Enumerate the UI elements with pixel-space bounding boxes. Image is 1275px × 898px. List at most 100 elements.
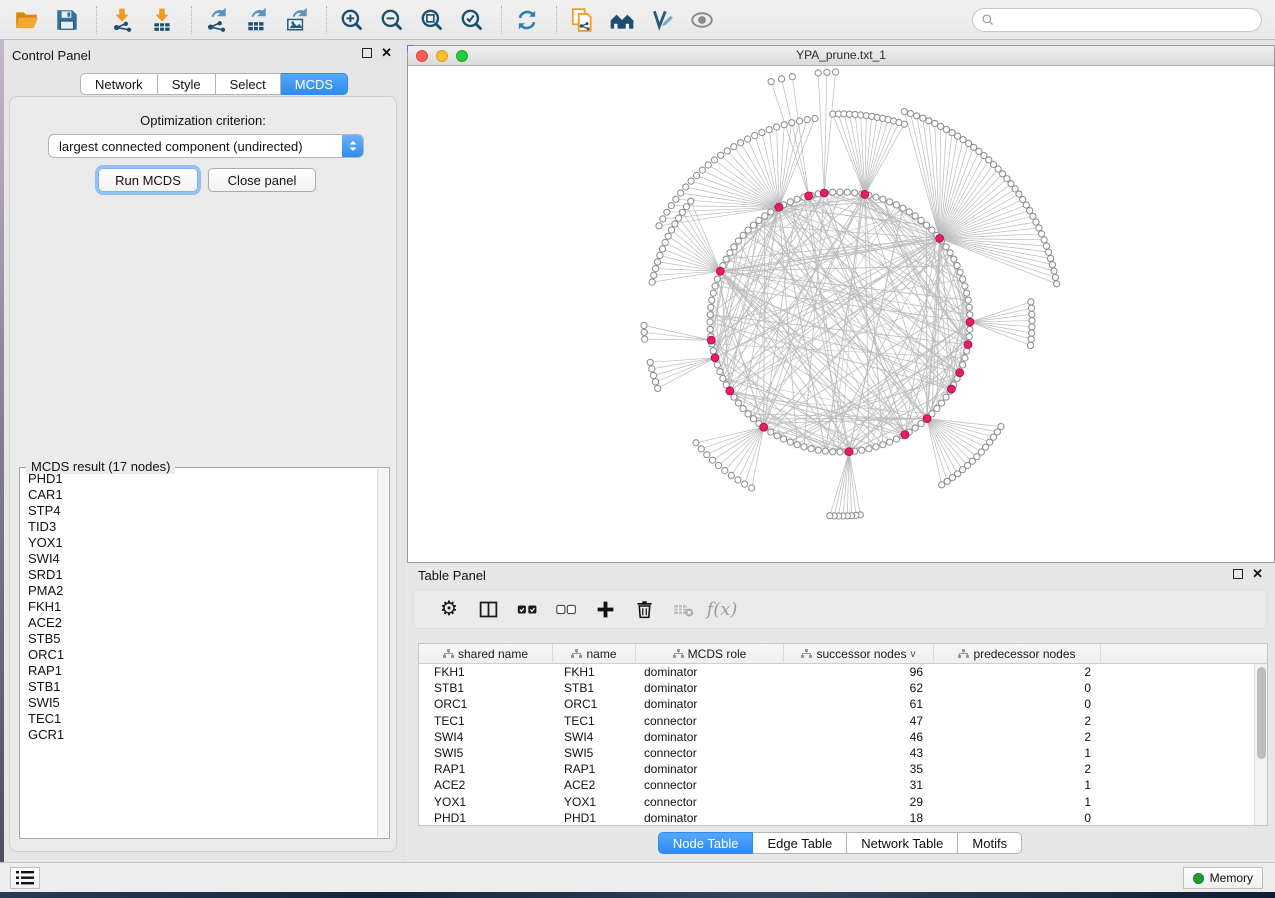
mcds-node-item[interactable]: SWI5	[21, 695, 377, 711]
mcds-node-item[interactable]: STB1	[21, 679, 377, 695]
mcds-node-item[interactable]: YOX1	[21, 535, 377, 551]
clone-network-icon[interactable]	[567, 5, 597, 35]
float-panel-icon[interactable]	[362, 48, 372, 58]
mcds-node-item[interactable]: ORC1	[21, 647, 377, 663]
column-header-name[interactable]: name	[553, 644, 636, 664]
mcds-node-item[interactable]: PHD1	[21, 471, 377, 487]
table-row[interactable]: SWI4SWI4dominator462	[419, 729, 1254, 745]
network-window-titlebar[interactable]: YPA_prune.txt_1	[408, 46, 1274, 66]
table-cell: ACE2	[553, 778, 636, 792]
zoom-in-icon[interactable]	[337, 5, 367, 35]
minimize-window-icon[interactable]	[436, 50, 448, 62]
save-session-icon[interactable]	[52, 5, 82, 35]
table-row[interactable]: PHD1PHD1dominator180	[419, 810, 1254, 825]
table-cell: 43	[784, 746, 934, 760]
column-header-label: successor nodes	[816, 647, 906, 661]
mcds-node-item[interactable]: STP4	[21, 503, 377, 519]
import-table-icon[interactable]	[147, 5, 177, 35]
unselect-all-columns-icon[interactable]	[549, 595, 583, 623]
tab-edge-table[interactable]: Edge Table	[753, 832, 847, 854]
column-header-successor-nodes[interactable]: successor nodesv	[784, 644, 934, 664]
zoom-selected-icon[interactable]	[457, 5, 487, 35]
network-graph[interactable]	[408, 66, 1274, 562]
mcds-node-item[interactable]: SWI4	[21, 551, 377, 567]
maximize-window-icon[interactable]	[456, 50, 468, 62]
table-cell: 62	[784, 681, 934, 695]
table-row[interactable]: FKH1FKH1dominator962	[419, 664, 1254, 680]
mcds-node-item[interactable]: FKH1	[21, 599, 377, 615]
mcds-node-item[interactable]: TID3	[21, 519, 377, 535]
memory-status-icon	[1193, 873, 1204, 884]
table-row[interactable]: SWI5SWI5connector431	[419, 745, 1254, 761]
tab-node-table[interactable]: Node Table	[658, 832, 754, 854]
mcds-node-item[interactable]: ACE2	[21, 615, 377, 631]
table-row[interactable]: ORC1ORC1dominator610	[419, 696, 1254, 712]
mcds-node-item[interactable]: SRD1	[21, 567, 377, 583]
tab-network-table[interactable]: Network Table	[847, 832, 958, 854]
show-hide-icon[interactable]	[687, 5, 717, 35]
export-image-icon[interactable]	[282, 5, 312, 35]
run-mcds-button[interactable]: Run MCDS	[98, 168, 198, 192]
mcds-node-item[interactable]: STB5	[21, 631, 377, 647]
tab-network[interactable]: Network	[80, 73, 158, 95]
refresh-icon[interactable]	[512, 5, 542, 35]
table-row[interactable]: TEC1TEC1connector472	[419, 713, 1254, 729]
mcds-node-item[interactable]: TEC1	[21, 711, 377, 727]
show-columns-icon[interactable]	[471, 595, 505, 623]
optimization-criterion-select[interactable]: largest connected component (undirected)	[48, 134, 364, 158]
select-all-columns-icon[interactable]	[510, 595, 544, 623]
table-scrollbar[interactable]	[1254, 664, 1267, 825]
table-row[interactable]: STB1STB1dominator620	[419, 680, 1254, 696]
export-table-icon[interactable]	[242, 5, 272, 35]
zoom-out-icon[interactable]	[377, 5, 407, 35]
close-window-icon[interactable]	[416, 50, 428, 62]
mcds-node-item[interactable]: CAR1	[21, 487, 377, 503]
close-panel-button[interactable]: Close panel	[208, 168, 316, 192]
table-cell: STB1	[553, 681, 636, 695]
tab-select[interactable]: Select	[216, 73, 281, 95]
close-panel-icon[interactable]: ✕	[1252, 569, 1263, 579]
column-header-shared-name[interactable]: shared name	[419, 644, 553, 664]
mcds-node-item[interactable]: PMA2	[21, 583, 377, 599]
network-canvas[interactable]	[408, 66, 1274, 562]
create-column-icon[interactable]	[588, 595, 622, 623]
table-scrollbar-thumb[interactable]	[1257, 667, 1266, 759]
table-row[interactable]: RAP1RAP1dominator352	[419, 761, 1254, 777]
open-file-icon[interactable]	[12, 5, 42, 35]
float-panel-icon[interactable]	[1233, 569, 1243, 579]
tab-style[interactable]: Style	[158, 73, 216, 95]
zoom-fit-icon[interactable]	[417, 5, 447, 35]
tab-mcds[interactable]: MCDS	[281, 73, 348, 95]
column-header-filler	[1101, 644, 1253, 664]
mcds-node-item[interactable]: GCR1	[21, 727, 377, 743]
tab-motifs[interactable]: Motifs	[958, 832, 1022, 854]
table-row[interactable]: YOX1YOX1connector291	[419, 794, 1254, 810]
function-builder-icon: f(x)	[705, 595, 739, 623]
table-cell: PHD1	[419, 811, 553, 825]
table-settings-gear-icon[interactable]: ⚙	[432, 595, 466, 623]
table-panel-title: Table Panel	[418, 568, 486, 583]
table-cell: 0	[934, 681, 1101, 695]
column-header-predecessor-nodes[interactable]: predecessor nodes	[934, 644, 1101, 664]
table-body[interactable]: FKH1FKH1dominator962STB1STB1dominator620…	[419, 664, 1254, 825]
memory-button[interactable]: Memory	[1183, 867, 1263, 889]
table-cell: 1	[934, 778, 1101, 792]
home-layout-icon[interactable]	[607, 5, 637, 35]
mcds-result-list[interactable]: PHD1CAR1STP4TID3YOX1SWI4SRD1PMA2FKH1ACE2…	[21, 471, 377, 837]
table-cell: ACE2	[419, 778, 553, 792]
mcds-list-scrollbar[interactable]	[377, 469, 388, 837]
delete-column-icon[interactable]	[627, 595, 661, 623]
table-cell: RAP1	[553, 762, 636, 776]
import-network-icon[interactable]	[107, 5, 137, 35]
column-header-MCDS-role[interactable]: MCDS role	[636, 644, 784, 664]
task-history-button[interactable]	[10, 867, 40, 889]
table-cell: 0	[934, 697, 1101, 711]
search-field[interactable]	[972, 8, 1262, 32]
search-input[interactable]	[995, 10, 1261, 30]
table-row[interactable]: ACE2ACE2connector311	[419, 777, 1254, 793]
close-panel-icon[interactable]: ✕	[381, 48, 392, 58]
annotation-icon[interactable]	[647, 5, 677, 35]
export-network-icon[interactable]	[202, 5, 232, 35]
column-type-icon	[958, 649, 969, 659]
mcds-node-item[interactable]: RAP1	[21, 663, 377, 679]
